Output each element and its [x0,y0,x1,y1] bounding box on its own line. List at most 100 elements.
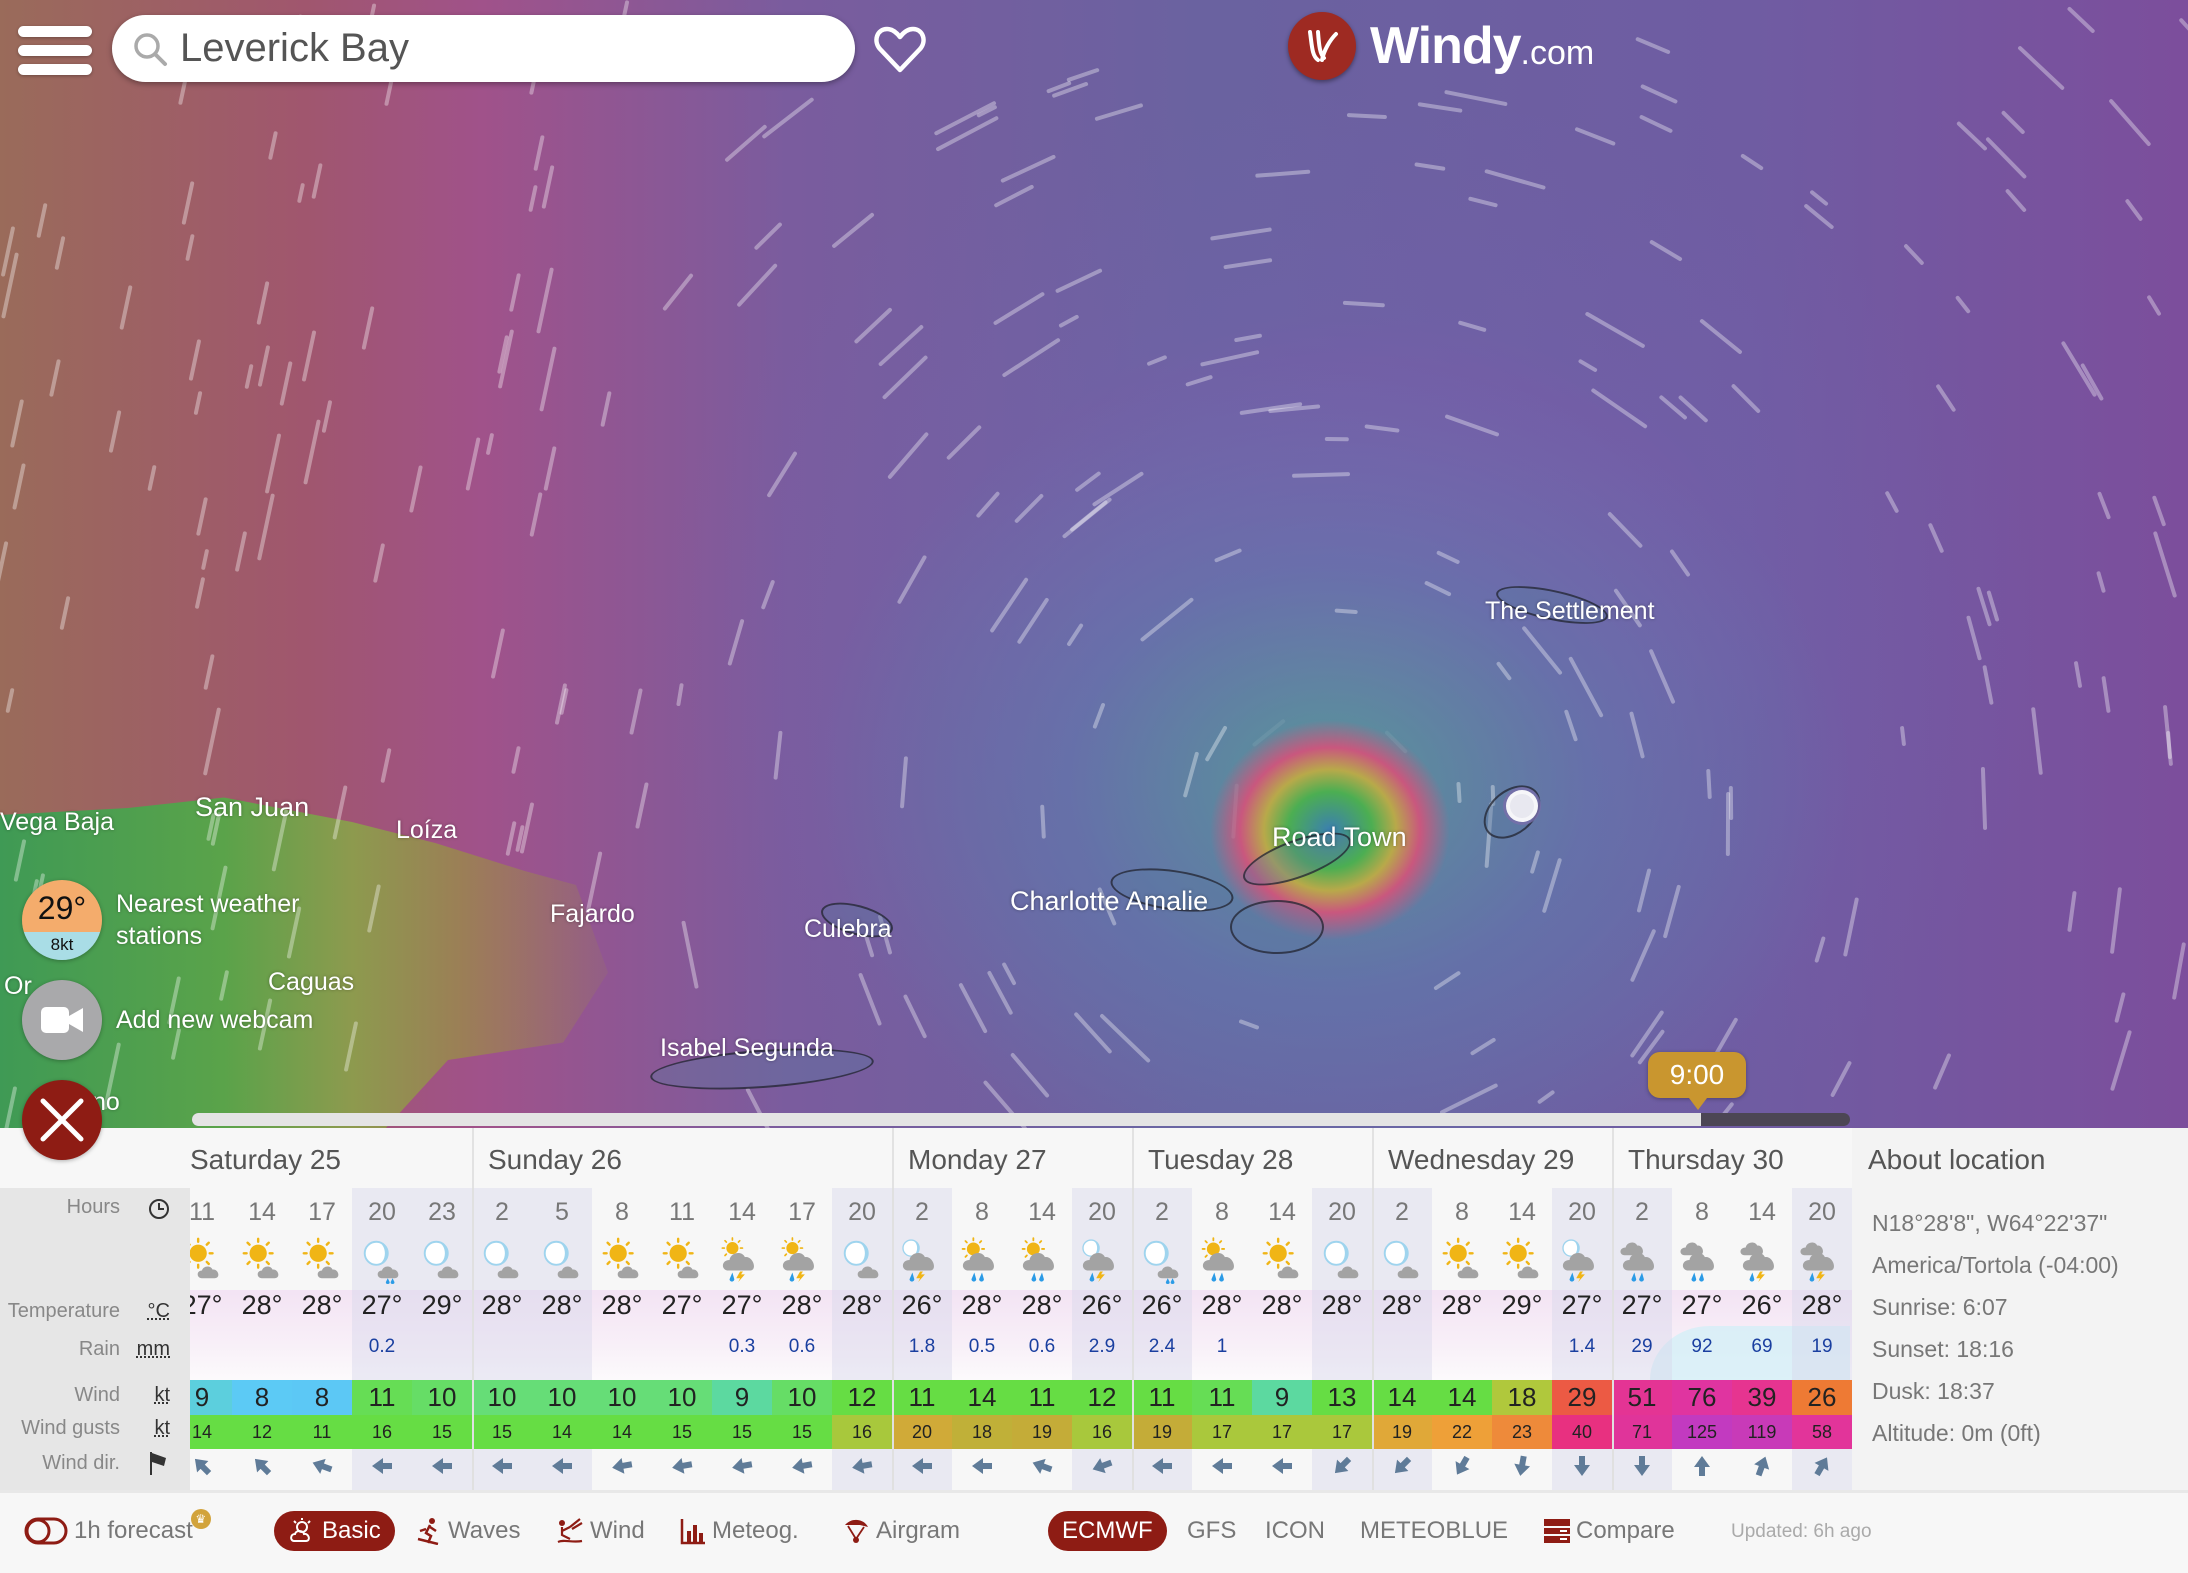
1h-forecast-toggle[interactable]: 1h forecast ♛ [24,1509,211,1551]
forecast-column[interactable]: 20 28° 12 16 [832,1188,892,1490]
day-header[interactable]: Monday 27 [892,1128,1132,1188]
day-header[interactable]: Wednesday 29 [1372,1128,1612,1188]
menu-button[interactable] [18,26,92,76]
forecast-column[interactable]: 20 28° 13 17 [1312,1188,1372,1490]
day-header[interactable]: Tuesday 28 [1132,1128,1372,1188]
forecast-grid[interactable]: Saturday 251127°9141428°8121728°8112027°… [190,1128,1852,1490]
wind-cell: 10 [532,1380,592,1415]
gust-cell: 14 [190,1415,232,1449]
forecast-column[interactable]: 8 28° 0.5 14 18 [952,1188,1012,1490]
forecast-column[interactable]: 2 26° 1.8 11 20 [892,1188,952,1490]
wind-particle [535,267,554,335]
wind-particle [1255,169,1311,179]
temperature-cell: 28° [1441,1290,1483,1320]
map-label[interactable]: Vega Baja [0,808,114,837]
forecast-column[interactable]: 8 28° 1 11 17 [1192,1188,1252,1490]
model-meteoblue[interactable]: METEOBLUE [1360,1511,1508,1551]
map-label[interactable]: Charlotte Amalie [1010,886,1208,917]
station-bubble[interactable]: 29° 8kt [22,880,102,960]
windy-logo[interactable]: Windy .com [1288,12,1594,80]
forecast-column[interactable]: 14 28° 0.6 11 19 [1012,1188,1072,1490]
tab-airgram[interactable]: Airgram [842,1511,960,1551]
forecast-column[interactable]: 2 27° 29 51 71 [1612,1188,1672,1490]
sun-cloud-thunder-icon [781,1237,814,1283]
map-label[interactable]: Loíza [396,816,457,845]
wind-particle [1536,1089,1556,1105]
map-label[interactable]: Fajardo [550,900,635,929]
favorite-heart-icon[interactable] [872,24,928,76]
forecast-column[interactable]: 14 28° 9 17 [1252,1188,1312,1490]
temperature-cell: 27° [361,1290,403,1320]
forecast-column[interactable]: 2 26° 2.4 11 19 [1132,1188,1192,1490]
timeline-time-tooltip[interactable]: 9:00 [1648,1052,1746,1110]
forecast-column[interactable]: 8 28° 14 22 [1432,1188,1492,1490]
close-forecast-button[interactable] [22,1080,102,1160]
forecast-column[interactable]: 20 27° 0.2 11 16 [352,1188,412,1490]
forecast-column[interactable]: 2 28° 10 15 [472,1188,532,1490]
forecast-column[interactable]: 17 28° 8 11 [292,1188,352,1490]
wind-cell: 18 [1492,1380,1552,1415]
map-label[interactable]: Road Town [1272,822,1407,853]
map-label[interactable]: The Settlement [1485,597,1655,626]
wind-particle [1590,387,1648,429]
tab-wind[interactable]: Wind [556,1511,645,1551]
forecast-column[interactable]: 20 27° 1.4 29 40 [1552,1188,1612,1490]
wind-particle [899,755,909,809]
tab-waves[interactable]: Waves [416,1511,520,1551]
rain-cell: 1.4 [1568,1336,1596,1357]
forecast-column[interactable]: 14 28° 8 12 [232,1188,292,1490]
map-label[interactable]: Isabel Segunda [660,1034,834,1063]
forecast-column[interactable]: 14 29° 18 23 [1492,1188,1552,1490]
temperature-cell: 29° [421,1290,463,1320]
forecast-column[interactable]: 14 26° 69 39 119 [1732,1188,1792,1490]
search-bar[interactable] [112,15,855,82]
gust-cell: 19 [1372,1415,1432,1449]
weather-map[interactable]: Vega Baja San Juan Loíza Fajardo Caguas Culeb… [0,0,2188,1130]
map-label[interactable]: San Juan [195,792,309,823]
forecast-column[interactable]: 8 28° 10 14 [592,1188,652,1490]
wind-cell: 11 [892,1380,952,1415]
wind-particle [600,391,612,428]
wind-cell: 39 [1732,1380,1792,1415]
map-label[interactable]: Culebra [804,915,892,944]
wind-particle [1094,102,1144,122]
forecast-column[interactable]: 8 27° 92 76 125 [1672,1188,1732,1490]
wind-particle [1699,318,1744,355]
wind-particle [1639,83,1678,105]
timeline-slider[interactable] [192,1113,1850,1126]
location-pin[interactable] [1506,790,1538,822]
model-icon[interactable]: ICON [1265,1511,1325,1551]
forecast-column[interactable]: 20 26° 2.9 12 16 [1072,1188,1132,1490]
forecast-column[interactable]: 2 28° 14 19 [1372,1188,1432,1490]
forecast-column[interactable]: 14 27° 0.3 9 15 [712,1188,772,1490]
add-webcam-label[interactable]: Add new webcam [116,1004,313,1036]
forecast-column[interactable]: 5 28° 10 14 [532,1188,592,1490]
model-ecmwf[interactable]: ECMWF [1048,1511,1167,1551]
add-webcam-widget[interactable]: Add new webcam [22,980,313,1060]
forecast-column[interactable]: 23 29° 10 15 [412,1188,472,1490]
gust-cell: 19 [1132,1415,1192,1449]
forecast-column[interactable]: 17 28° 0.6 10 15 [772,1188,832,1490]
wind-particle [257,493,276,561]
forecast-column[interactable]: 11 27° 914 [190,1188,232,1490]
forecast-column[interactable]: 20 28° 19 26 58 [1792,1188,1852,1490]
nearest-stations-label[interactable]: Nearest weather stations [116,888,299,952]
wind-particle [1066,67,1100,83]
wind-particle [1563,709,1578,743]
wind-particle [1417,102,1463,113]
day-header[interactable]: Thursday 30 [1612,1128,1852,1188]
tab-basic[interactable]: Basic [274,1511,395,1551]
temperature-cell: 26° [1741,1290,1783,1320]
tab-meteogram[interactable]: Meteog. [680,1511,799,1551]
wind-particle [194,576,206,609]
webcam-button[interactable] [22,980,102,1060]
nearest-stations-widget[interactable]: 29° 8kt Nearest weather stations [22,880,299,960]
day-header[interactable]: Sunday 26 [472,1128,892,1188]
search-input[interactable] [178,25,822,72]
forecast-column[interactable]: 11 27° 10 15 [652,1188,712,1490]
day-header[interactable]: Saturday 25 [190,1128,472,1188]
model-gfs[interactable]: GFS [1187,1511,1236,1551]
wind-particle [188,338,202,381]
compare-button[interactable]: Compare [1544,1511,1675,1551]
wind-particle [2096,570,2107,593]
